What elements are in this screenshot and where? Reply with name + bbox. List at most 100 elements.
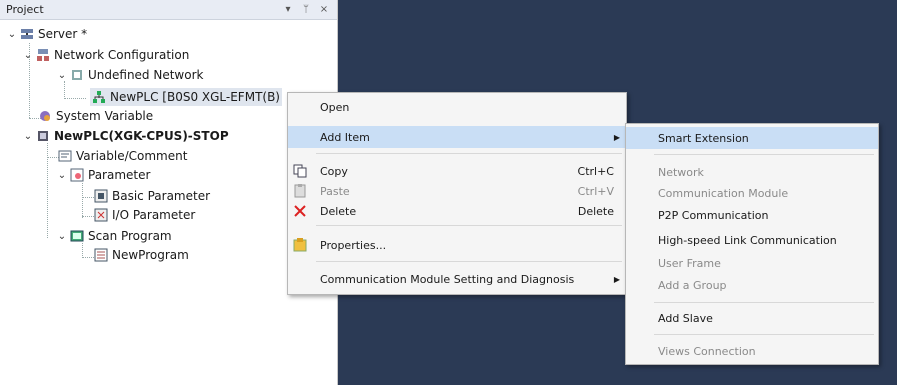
submenu-label-smart-extension: Smart Extension (658, 131, 749, 145)
server-icon (21, 29, 33, 39)
menu-item-add-item[interactable]: Add Item ▶ (288, 126, 626, 148)
menu-item-copy[interactable]: Copy Ctrl+C (288, 160, 626, 182)
submenu-item-user-frame[interactable]: User Frame (626, 252, 878, 274)
tree-label-new-program: NewProgram (112, 248, 189, 262)
chevron-down-icon[interactable]: ⌄ (22, 50, 34, 61)
copy-icon (293, 164, 307, 178)
menu-label-copy: Copy (320, 164, 348, 178)
tree-line (82, 183, 83, 218)
tree-label-cpu: NewPLC(XGK-CPUS)-STOP (54, 129, 229, 143)
menu-label-delete: Delete (320, 204, 357, 218)
submenu-item-highspeed-link[interactable]: High-speed Link Communication (626, 229, 878, 251)
menu-label-paste: Paste (320, 184, 350, 198)
tree-label-system-variable: System Variable (56, 109, 154, 123)
tree-label-basic-parameter: Basic Parameter (112, 189, 211, 203)
submenu-label-add-slave: Add Slave (658, 311, 713, 325)
menu-shortcut-delete: Delete (577, 204, 614, 218)
submenu-arrow-icon: ▶ (613, 132, 620, 142)
tree-node-io-parameter[interactable]: I/O Parameter (94, 206, 195, 224)
panel-title: Project (6, 3, 44, 16)
submenu-item-add-slave[interactable]: Add Slave (626, 307, 878, 329)
add-item-submenu: Smart Extension Network Communication Mo… (625, 123, 879, 365)
menu-item-delete[interactable]: Delete Delete (288, 200, 626, 222)
submenu-label-user-frame: User Frame (658, 256, 721, 270)
basic-parameter-icon (94, 189, 108, 203)
tree-label-parameter: Parameter (88, 168, 151, 182)
cpu-icon (38, 131, 48, 141)
menu-shortcut-copy: Ctrl+C (577, 164, 614, 178)
tree-label-network-configuration: Network Configuration (54, 48, 190, 62)
menu-shortcut-paste: Ctrl+V (577, 184, 614, 198)
menu-separator (654, 302, 874, 303)
network-icon (72, 70, 82, 80)
panel-menu-button[interactable]: ▾ (281, 4, 295, 15)
submenu-item-p2p[interactable]: P2P Communication (626, 204, 878, 226)
submenu-label-network: Network (658, 165, 704, 179)
module-icon (93, 91, 105, 103)
pin-icon[interactable]: ᛘ (299, 4, 313, 15)
submenu-item-add-group[interactable]: Add a Group (626, 274, 878, 296)
tree-node-newplc-module[interactable]: NewPLC [B0S0 XGL-EFMT(B) (90, 88, 282, 106)
tree-node-network-configuration[interactable]: ⌄ Network Configuration (22, 46, 190, 64)
tree-label-io-parameter: I/O Parameter (112, 208, 196, 222)
chevron-down-icon[interactable]: ⌄ (22, 131, 34, 142)
chevron-down-icon[interactable]: ⌄ (6, 29, 18, 40)
properties-icon (293, 238, 307, 252)
delete-icon (294, 205, 306, 217)
menu-item-open[interactable]: Open (288, 96, 626, 118)
submenu-label-p2p: P2P Communication (658, 208, 769, 222)
menu-separator (654, 154, 874, 155)
chevron-down-icon[interactable]: ⌄ (56, 70, 68, 81)
chevron-down-icon[interactable]: ⌄ (56, 170, 68, 181)
tree-node-parameter[interactable]: ⌄ Parameter (56, 166, 151, 184)
submenu-item-smart-extension[interactable]: Smart Extension (626, 127, 878, 149)
io-parameter-icon (94, 208, 108, 222)
submenu-label-views-connection: Views Connection (658, 344, 756, 358)
menu-item-properties[interactable]: Properties... (288, 234, 626, 256)
tree-label-newplc-module: NewPLC [B0S0 XGL-EFMT(B) (110, 90, 280, 104)
variable-comment-icon (58, 150, 72, 162)
submenu-arrow-icon: ▶ (613, 274, 620, 284)
tree-node-undefined-network[interactable]: ⌄ Undefined Network (56, 66, 204, 84)
menu-separator (654, 334, 874, 335)
tree-line (64, 98, 86, 99)
tree-label-variable-comment: Variable/Comment (76, 149, 188, 163)
parameter-icon (70, 168, 84, 182)
tree-line (82, 197, 94, 198)
network-config-icon (37, 49, 49, 61)
menu-label-properties: Properties... (320, 238, 387, 252)
submenu-item-views-connection[interactable]: Views Connection (626, 340, 878, 362)
tree-label-server: Server * (38, 27, 88, 41)
tree-line (82, 216, 94, 217)
menu-label-comm-setting: Communication Module Setting and Diagnos… (320, 272, 575, 286)
submenu-item-network[interactable]: Network (626, 161, 878, 183)
menu-separator (316, 225, 622, 226)
submenu-label-highspeed-link: High-speed Link Communication (658, 233, 837, 247)
tree-node-new-program[interactable]: NewProgram (94, 246, 189, 264)
context-menu: Open Add Item ▶ Copy Ctrl+C Paste Ctrl+V… (287, 92, 627, 295)
menu-item-comm-setting[interactable]: Communication Module Setting and Diagnos… (288, 268, 626, 290)
tree-node-server[interactable]: ⌄ Server * (6, 25, 87, 43)
program-icon (94, 248, 108, 262)
panel-header: Project ▾ ᛘ × (0, 0, 337, 20)
tree-node-variable-comment[interactable]: Variable/Comment (58, 147, 187, 165)
paste-icon (294, 184, 306, 198)
tree-line (82, 243, 83, 258)
close-icon[interactable]: × (317, 4, 331, 15)
tree-label-scan-program: Scan Program (88, 229, 172, 243)
chevron-down-icon[interactable]: ⌄ (56, 231, 68, 242)
tree-label-undefined-network: Undefined Network (88, 68, 204, 82)
tree-node-cpu[interactable]: ⌄ NewPLC(XGK-CPUS)-STOP (22, 127, 229, 145)
tree-node-system-variable[interactable]: System Variable (38, 107, 153, 125)
system-variable-icon (40, 111, 50, 121)
submenu-item-communication-module[interactable]: Communication Module (626, 182, 878, 204)
submenu-label-communication-module: Communication Module (658, 186, 789, 200)
scan-program-icon (70, 230, 84, 242)
menu-separator (316, 153, 622, 154)
tree-node-basic-parameter[interactable]: Basic Parameter (94, 187, 210, 205)
menu-label-open: Open (320, 100, 350, 114)
menu-item-paste[interactable]: Paste Ctrl+V (288, 180, 626, 202)
menu-label-add-item: Add Item (320, 130, 370, 144)
tree-node-scan-program[interactable]: ⌄ Scan Program (56, 227, 172, 245)
submenu-label-add-group: Add a Group (658, 278, 727, 292)
